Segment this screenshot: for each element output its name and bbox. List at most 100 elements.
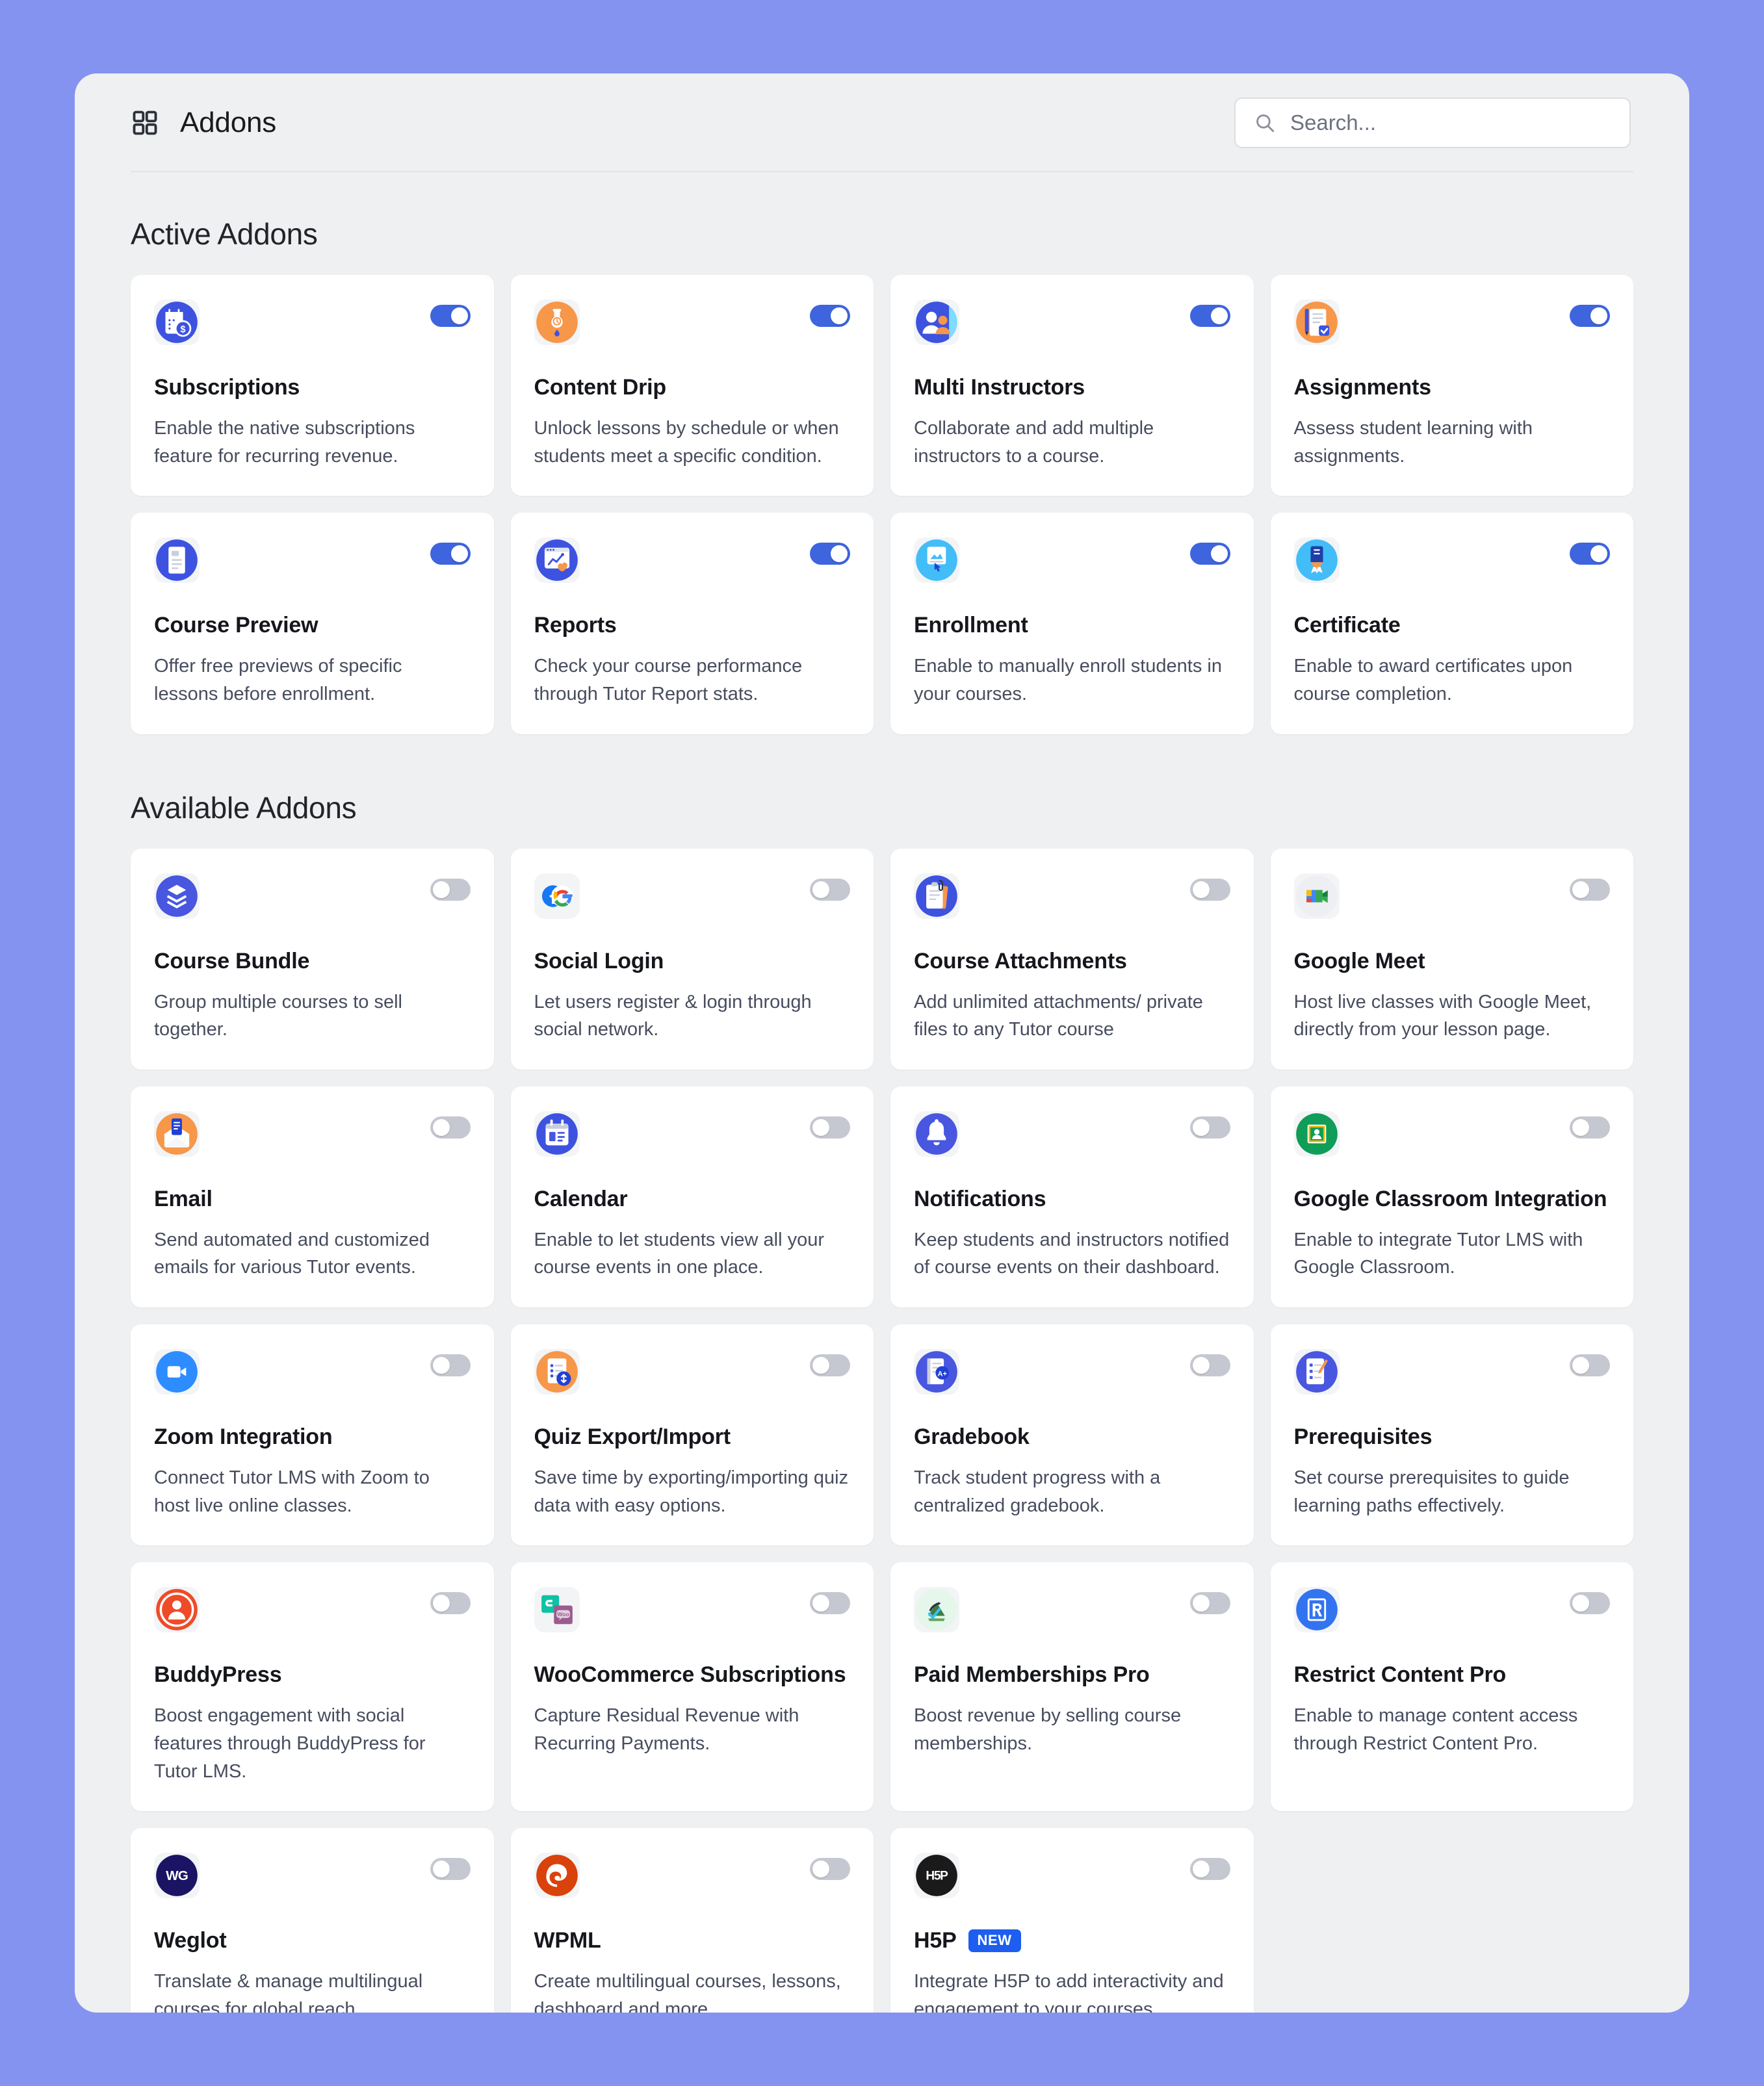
addon-card[interactable]: Restrict Content Pro Enable to manage con…: [1270, 1562, 1633, 1812]
addon-toggle[interactable]: [430, 1116, 471, 1139]
addon-toggle[interactable]: [1189, 1592, 1230, 1615]
addon-description: Boost engagement with social features th…: [154, 1705, 426, 1782]
addon-card[interactable]: $ Subscriptions Enable the native subscrip…: [131, 275, 494, 496]
addon-card-top: [1293, 1111, 1610, 1157]
addon-description: Enable to integrate Tutor LMS with Googl…: [1293, 1229, 1583, 1278]
addon-card-top: [534, 873, 850, 919]
addon-toggle[interactable]: [810, 1858, 850, 1881]
page-header: Addons: [75, 73, 1689, 172]
search-input[interactable]: [1290, 110, 1611, 135]
addon-toggle[interactable]: [810, 305, 850, 327]
addon-toggle[interactable]: [430, 543, 471, 565]
toggle-knob: [1572, 881, 1589, 898]
addon-card[interactable]: A+ Gradebook Track student progress with a…: [890, 1324, 1254, 1546]
addon-description: Save time by exporting/importing quiz da…: [534, 1467, 849, 1516]
addons-window: Addons Active Addons $ Subscriptions Enabl…: [75, 73, 1689, 2013]
addon-toggle[interactable]: [1570, 878, 1610, 901]
addon-card-top: [534, 1111, 850, 1157]
addon-toggle[interactable]: [430, 1354, 471, 1376]
addon-toggle[interactable]: [430, 1592, 471, 1615]
addon-toggle[interactable]: [1189, 1354, 1230, 1376]
addon-title: Course Attachments: [914, 948, 1127, 973]
addon-toggle[interactable]: [1189, 305, 1230, 327]
addon-description: Check your course performance through Tu…: [534, 656, 803, 704]
addon-toggle[interactable]: [430, 305, 471, 327]
addon-title-row: Zoom Integration: [154, 1424, 471, 1450]
addon-card[interactable]: Google Meet Host live classes with Google…: [1270, 848, 1633, 1070]
addon-card[interactable]: Calendar Enable to let students view all …: [510, 1086, 874, 1307]
addon-toggle[interactable]: [1189, 878, 1230, 901]
addon-toggle[interactable]: [1189, 1858, 1230, 1881]
addon-title-row: Google Meet: [1294, 949, 1611, 974]
addon-toggle[interactable]: [1570, 1116, 1610, 1139]
header-left: Addons: [131, 107, 276, 139]
status-badge: NEW: [968, 1929, 1021, 1953]
addon-description: Set course prerequisites to guide learni…: [1293, 1467, 1570, 1516]
addon-toggle[interactable]: [1570, 305, 1610, 327]
toggle-knob: [432, 881, 450, 898]
addon-card[interactable]: Quiz Export/Import Save time by exporting…: [510, 1324, 874, 1546]
prerequisites-icon: [1293, 1349, 1340, 1395]
addon-card[interactable]: Google Classroom Integration Enable to in…: [1270, 1086, 1633, 1307]
addon-card[interactable]: Social Login Let users register & login t…: [510, 848, 874, 1070]
addon-card[interactable]: Reports Check your course performance thr…: [510, 513, 874, 734]
addon-title-row: Subscriptions: [154, 375, 471, 400]
addon-card[interactable]: Content Drip Unlock lessons by schedule o…: [510, 275, 874, 496]
addon-card[interactable]: WG Weglot Translate & manage multilingual …: [131, 1828, 494, 2013]
addon-card[interactable]: Woo WooCommerce Subscriptions Capture Resi…: [510, 1562, 874, 1812]
addon-toggle[interactable]: [810, 1354, 850, 1376]
addon-card[interactable]: Email Send automated and customized email…: [131, 1086, 494, 1307]
addon-toggle[interactable]: [810, 878, 850, 901]
gradebook-icon: A+: [914, 1349, 959, 1395]
addon-card[interactable]: Prerequisites Set course prerequisites to…: [1270, 1324, 1633, 1546]
zoom-icon: [154, 1349, 200, 1395]
addon-card-top: [1293, 300, 1610, 345]
addon-description: Enable the native subscriptions feature …: [154, 418, 415, 467]
h5p-icon: H5P: [914, 1853, 959, 1899]
addon-title-row: Enrollment: [914, 613, 1230, 638]
addon-title-row: Prerequisites: [1294, 1424, 1611, 1450]
addon-toggle[interactable]: [1189, 1116, 1230, 1139]
toggle-knob: [831, 307, 848, 324]
addon-card-top: [534, 537, 850, 584]
addon-card[interactable]: H5P H5P NEW Integrate H5P to add interactiv…: [890, 1828, 1254, 2013]
addon-description: Boost revenue by selling course membersh…: [914, 1705, 1182, 1754]
addon-toggle[interactable]: [810, 1116, 850, 1139]
addon-card[interactable]: Course Bundle Group multiple courses to s…: [131, 848, 494, 1070]
addon-card[interactable]: Multi Instructors Collaborate and add mul…: [890, 275, 1254, 496]
addon-toggle[interactable]: [430, 878, 471, 901]
addon-card-top: [1293, 537, 1610, 584]
addon-toggle[interactable]: [1189, 543, 1230, 565]
addon-title: Content Drip: [534, 375, 667, 400]
addon-card[interactable]: WPML Create multilingual courses, lessons…: [510, 1828, 874, 2013]
addon-toggle[interactable]: [810, 1592, 850, 1615]
search-box[interactable]: [1234, 97, 1631, 148]
addon-card[interactable]: BuddyPress Boost engagement with social f…: [131, 1562, 494, 1812]
addon-description: Translate & manage multilingual courses …: [154, 1971, 423, 2013]
addon-card[interactable]: Paid Memberships Pro Boost revenue by sel…: [890, 1562, 1254, 1812]
addon-card-top: [914, 1587, 1230, 1633]
addon-title-row: Gradebook: [914, 1424, 1230, 1450]
addon-toggle[interactable]: [430, 1858, 471, 1881]
addon-card[interactable]: Assignments Assess student learning with …: [1270, 275, 1633, 496]
addon-toggle[interactable]: [1570, 1592, 1610, 1615]
restrict-content-pro-icon: [1293, 1587, 1340, 1633]
addon-toggle[interactable]: [1570, 1354, 1610, 1376]
calendar-icon: [534, 1111, 580, 1157]
addon-title: Paid Memberships Pro: [914, 1662, 1150, 1688]
addon-card[interactable]: Course Preview Offer free previews of spe…: [131, 513, 494, 734]
toggle-knob: [812, 1595, 829, 1612]
addon-card[interactable]: Zoom Integration Connect Tutor LMS with Z…: [131, 1324, 494, 1546]
addon-card[interactable]: Enrollment Enable to manually enroll stud…: [890, 513, 1254, 734]
addon-title-row: Reports: [534, 613, 851, 638]
addon-card[interactable]: Certificate Enable to award certificates …: [1270, 513, 1633, 734]
addon-card-top: [154, 1587, 471, 1633]
addon-card-top: [154, 537, 471, 584]
svg-text:Woo: Woo: [557, 1611, 569, 1617]
addon-toggle[interactable]: [810, 543, 850, 565]
addon-card[interactable]: Notifications Keep students and instructo…: [890, 1086, 1254, 1307]
addon-title-row: Restrict Content Pro: [1294, 1662, 1611, 1688]
addon-card[interactable]: Course Attachments Add unlimited attachme…: [890, 848, 1254, 1070]
addon-toggle[interactable]: [1570, 543, 1610, 565]
addon-title: WPML: [534, 1928, 601, 1953]
